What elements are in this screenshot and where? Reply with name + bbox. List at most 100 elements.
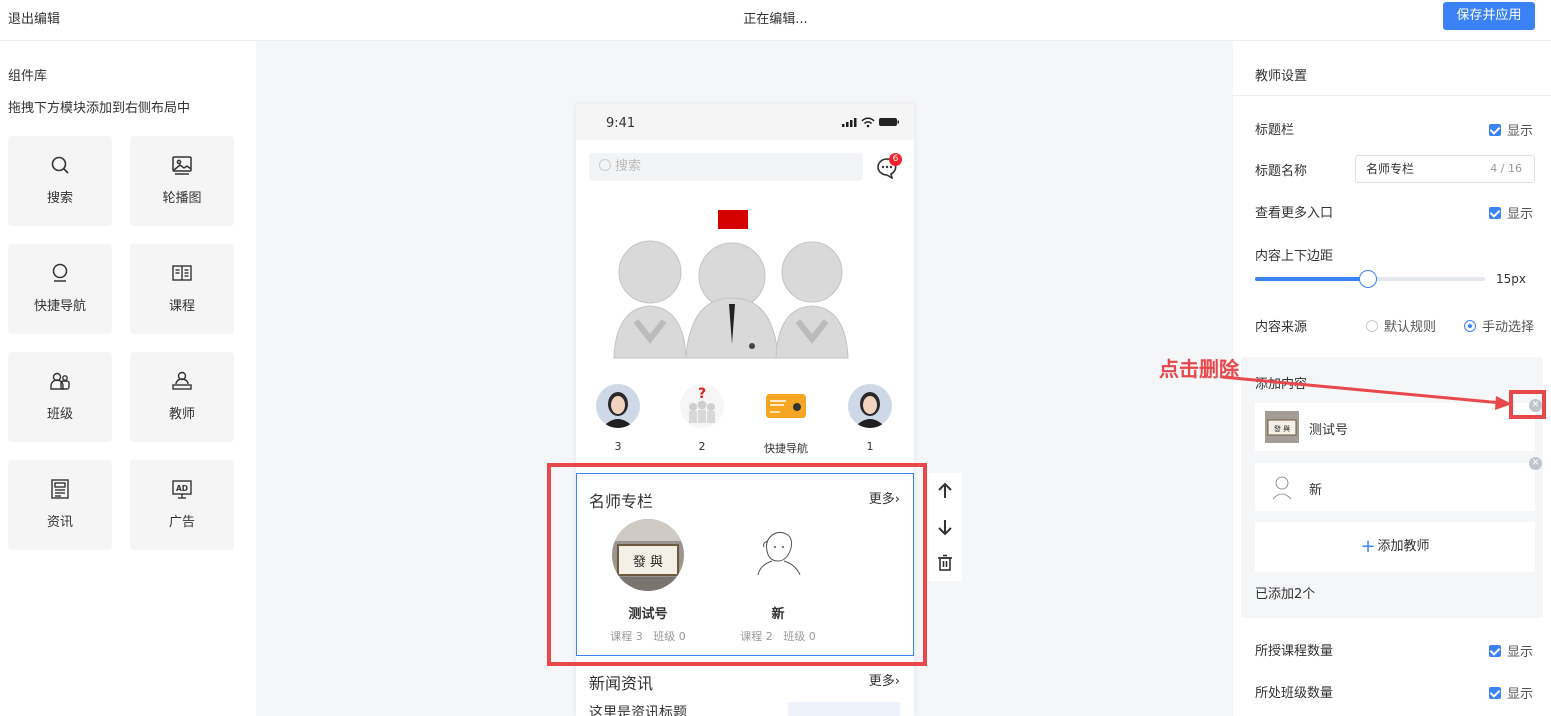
- save-and-apply-button[interactable]: 保存并应用: [1443, 2, 1535, 30]
- radio-unchecked-icon: [1366, 320, 1378, 332]
- selected-teacher-item[interactable]: 發 與 测试号: [1255, 403, 1535, 451]
- status-bar: 9:41: [576, 104, 914, 140]
- news-more-link[interactable]: 更多›: [869, 670, 900, 689]
- more-entry-label: 查看更多入口: [1255, 206, 1334, 221]
- added-count: 已添加2个: [1255, 587, 1316, 602]
- course-count-show-checkbox[interactable]: 显示: [1488, 641, 1533, 660]
- component-label: 教师: [168, 407, 195, 422]
- checkbox-checked-icon: [1488, 124, 1501, 136]
- checkbox-checked-icon: [1488, 207, 1501, 219]
- course-count-label: 所授课程数量: [1255, 644, 1334, 659]
- component-label: 班级: [46, 407, 73, 422]
- selected-teacher-item[interactable]: 新: [1255, 463, 1535, 511]
- component-teacher[interactable]: 教师: [130, 352, 234, 442]
- top-bar: 退出编辑 正在编辑... 保存并应用: [0, 0, 1551, 41]
- exit-edit-button[interactable]: 退出编辑: [8, 8, 60, 27]
- settings-panel: 教师设置 标题栏 显示 标题名称 名师专栏 4 / 16 查看更多入口 显示 内容…: [1233, 41, 1551, 716]
- component-library: 组件库 拖拽下方模块添加到右侧布局中 搜索 轮播图 快捷导航 课程 班级 教师 …: [0, 41, 256, 716]
- annotation-highlight-box: [547, 463, 927, 666]
- slider-thumb[interactable]: [1358, 270, 1377, 288]
- sketch-thumbnail: [1265, 471, 1299, 503]
- divider: [1233, 95, 1551, 96]
- class-count-label: 所处班级数量: [1255, 686, 1334, 701]
- slider-fill: [1255, 277, 1368, 281]
- padding-value: 15px: [1496, 272, 1526, 286]
- message-button[interactable]: 6: [876, 153, 902, 180]
- move-up-icon[interactable]: [935, 481, 955, 501]
- title-name-value: 名师专栏: [1366, 162, 1415, 176]
- chevron-right-icon: ›: [894, 674, 900, 689]
- add-content-title: 添加内容: [1255, 377, 1308, 392]
- padding-label: 内容上下边距: [1255, 249, 1334, 264]
- question-people-icon: ?: [680, 384, 724, 428]
- component-label: 轮播图: [162, 191, 202, 206]
- title-name-input[interactable]: 名师专栏 4 / 16: [1355, 155, 1535, 183]
- library-title: 组件库: [8, 69, 48, 84]
- quick-nav-label: 3: [614, 440, 622, 453]
- svg-text:發 與: 發 與: [1274, 424, 1290, 433]
- svg-text:?: ?: [698, 386, 706, 402]
- search-icon: [51, 156, 69, 174]
- woman-avatar-icon: [596, 384, 640, 428]
- component-quick-nav[interactable]: 快捷导航: [8, 244, 112, 334]
- quick-nav-item[interactable]: 3: [586, 384, 650, 453]
- course-book-icon: [172, 265, 192, 281]
- carousel-image-icon: [172, 156, 192, 175]
- woman-avatar-icon: [848, 384, 892, 428]
- component-label: 快捷导航: [33, 299, 86, 314]
- component-course[interactable]: 课程: [130, 244, 234, 334]
- char-count: 4 / 16: [1490, 162, 1522, 175]
- calligraphy-thumbnail: 發 與: [1265, 411, 1299, 443]
- search-placeholder: 搜索: [615, 159, 642, 174]
- radio-checked-icon: [1464, 320, 1476, 332]
- status-time: 9:41: [606, 116, 636, 131]
- banner-image: [576, 196, 914, 360]
- component-label: 资讯: [46, 515, 73, 530]
- more-label: 更多: [868, 674, 895, 689]
- padding-slider[interactable]: [1255, 270, 1485, 288]
- editing-status: 正在编辑...: [743, 12, 808, 27]
- source-manual-radio[interactable]: 手动选择: [1464, 316, 1534, 335]
- checkbox-checked-icon: [1488, 645, 1501, 657]
- add-teacher-button[interactable]: + 添加教师: [1255, 522, 1535, 572]
- teacher-item-name: 新: [1309, 483, 1323, 498]
- add-content-panel: 添加内容 發 與 测试号 ✕ 新 ✕ + 添加教师 已添加2个: [1241, 357, 1543, 618]
- teacher-item-name: 测试号: [1309, 423, 1349, 438]
- component-search[interactable]: 搜索: [8, 136, 112, 226]
- quick-nav-item[interactable]: 1: [838, 384, 902, 453]
- class-count-show-checkbox[interactable]: 显示: [1488, 683, 1533, 702]
- quick-nav-icon: [52, 263, 68, 282]
- module-toolbar: [928, 473, 962, 581]
- component-ad[interactable]: AD 广告: [130, 460, 234, 550]
- quick-nav-item[interactable]: ? 2: [670, 384, 734, 453]
- checkbox-checked-icon: [1488, 687, 1501, 699]
- component-label: 广告: [168, 515, 195, 530]
- component-news[interactable]: 资讯: [8, 460, 112, 550]
- class-users-icon: [50, 372, 70, 390]
- title-name-label: 标题名称: [1255, 164, 1308, 179]
- plus-icon: +: [1360, 536, 1376, 557]
- delete-module-icon[interactable]: [935, 553, 955, 573]
- teacher-icon: [172, 371, 192, 390]
- component-label: 课程: [168, 299, 195, 314]
- message-badge: 6: [889, 153, 902, 166]
- status-icons: [842, 117, 899, 128]
- quick-nav-label: 快捷导航: [764, 442, 808, 455]
- source-default-radio[interactable]: 默认规则: [1366, 316, 1436, 335]
- news-item-title[interactable]: 这里是资讯标题: [589, 702, 687, 716]
- annotation-delete-highlight: [1509, 390, 1546, 419]
- title-bar-label: 标题栏: [1255, 123, 1295, 138]
- quick-nav-item[interactable]: 快捷导航: [754, 384, 818, 456]
- search-icon: [599, 159, 611, 171]
- component-class[interactable]: 班级: [8, 352, 112, 442]
- settings-title: 教师设置: [1255, 69, 1308, 84]
- more-entry-show-checkbox[interactable]: 显示: [1488, 203, 1533, 222]
- component-label: 搜索: [46, 191, 73, 206]
- library-hint: 拖拽下方模块添加到右侧布局中: [8, 101, 191, 116]
- title-bar-show-checkbox[interactable]: 显示: [1488, 120, 1533, 139]
- phone-search-bar[interactable]: 搜索: [589, 153, 863, 181]
- move-down-icon[interactable]: [935, 517, 955, 537]
- quick-nav-label: 1: [866, 440, 874, 453]
- remove-teacher-icon[interactable]: ✕: [1529, 457, 1542, 470]
- component-carousel[interactable]: 轮播图: [130, 136, 234, 226]
